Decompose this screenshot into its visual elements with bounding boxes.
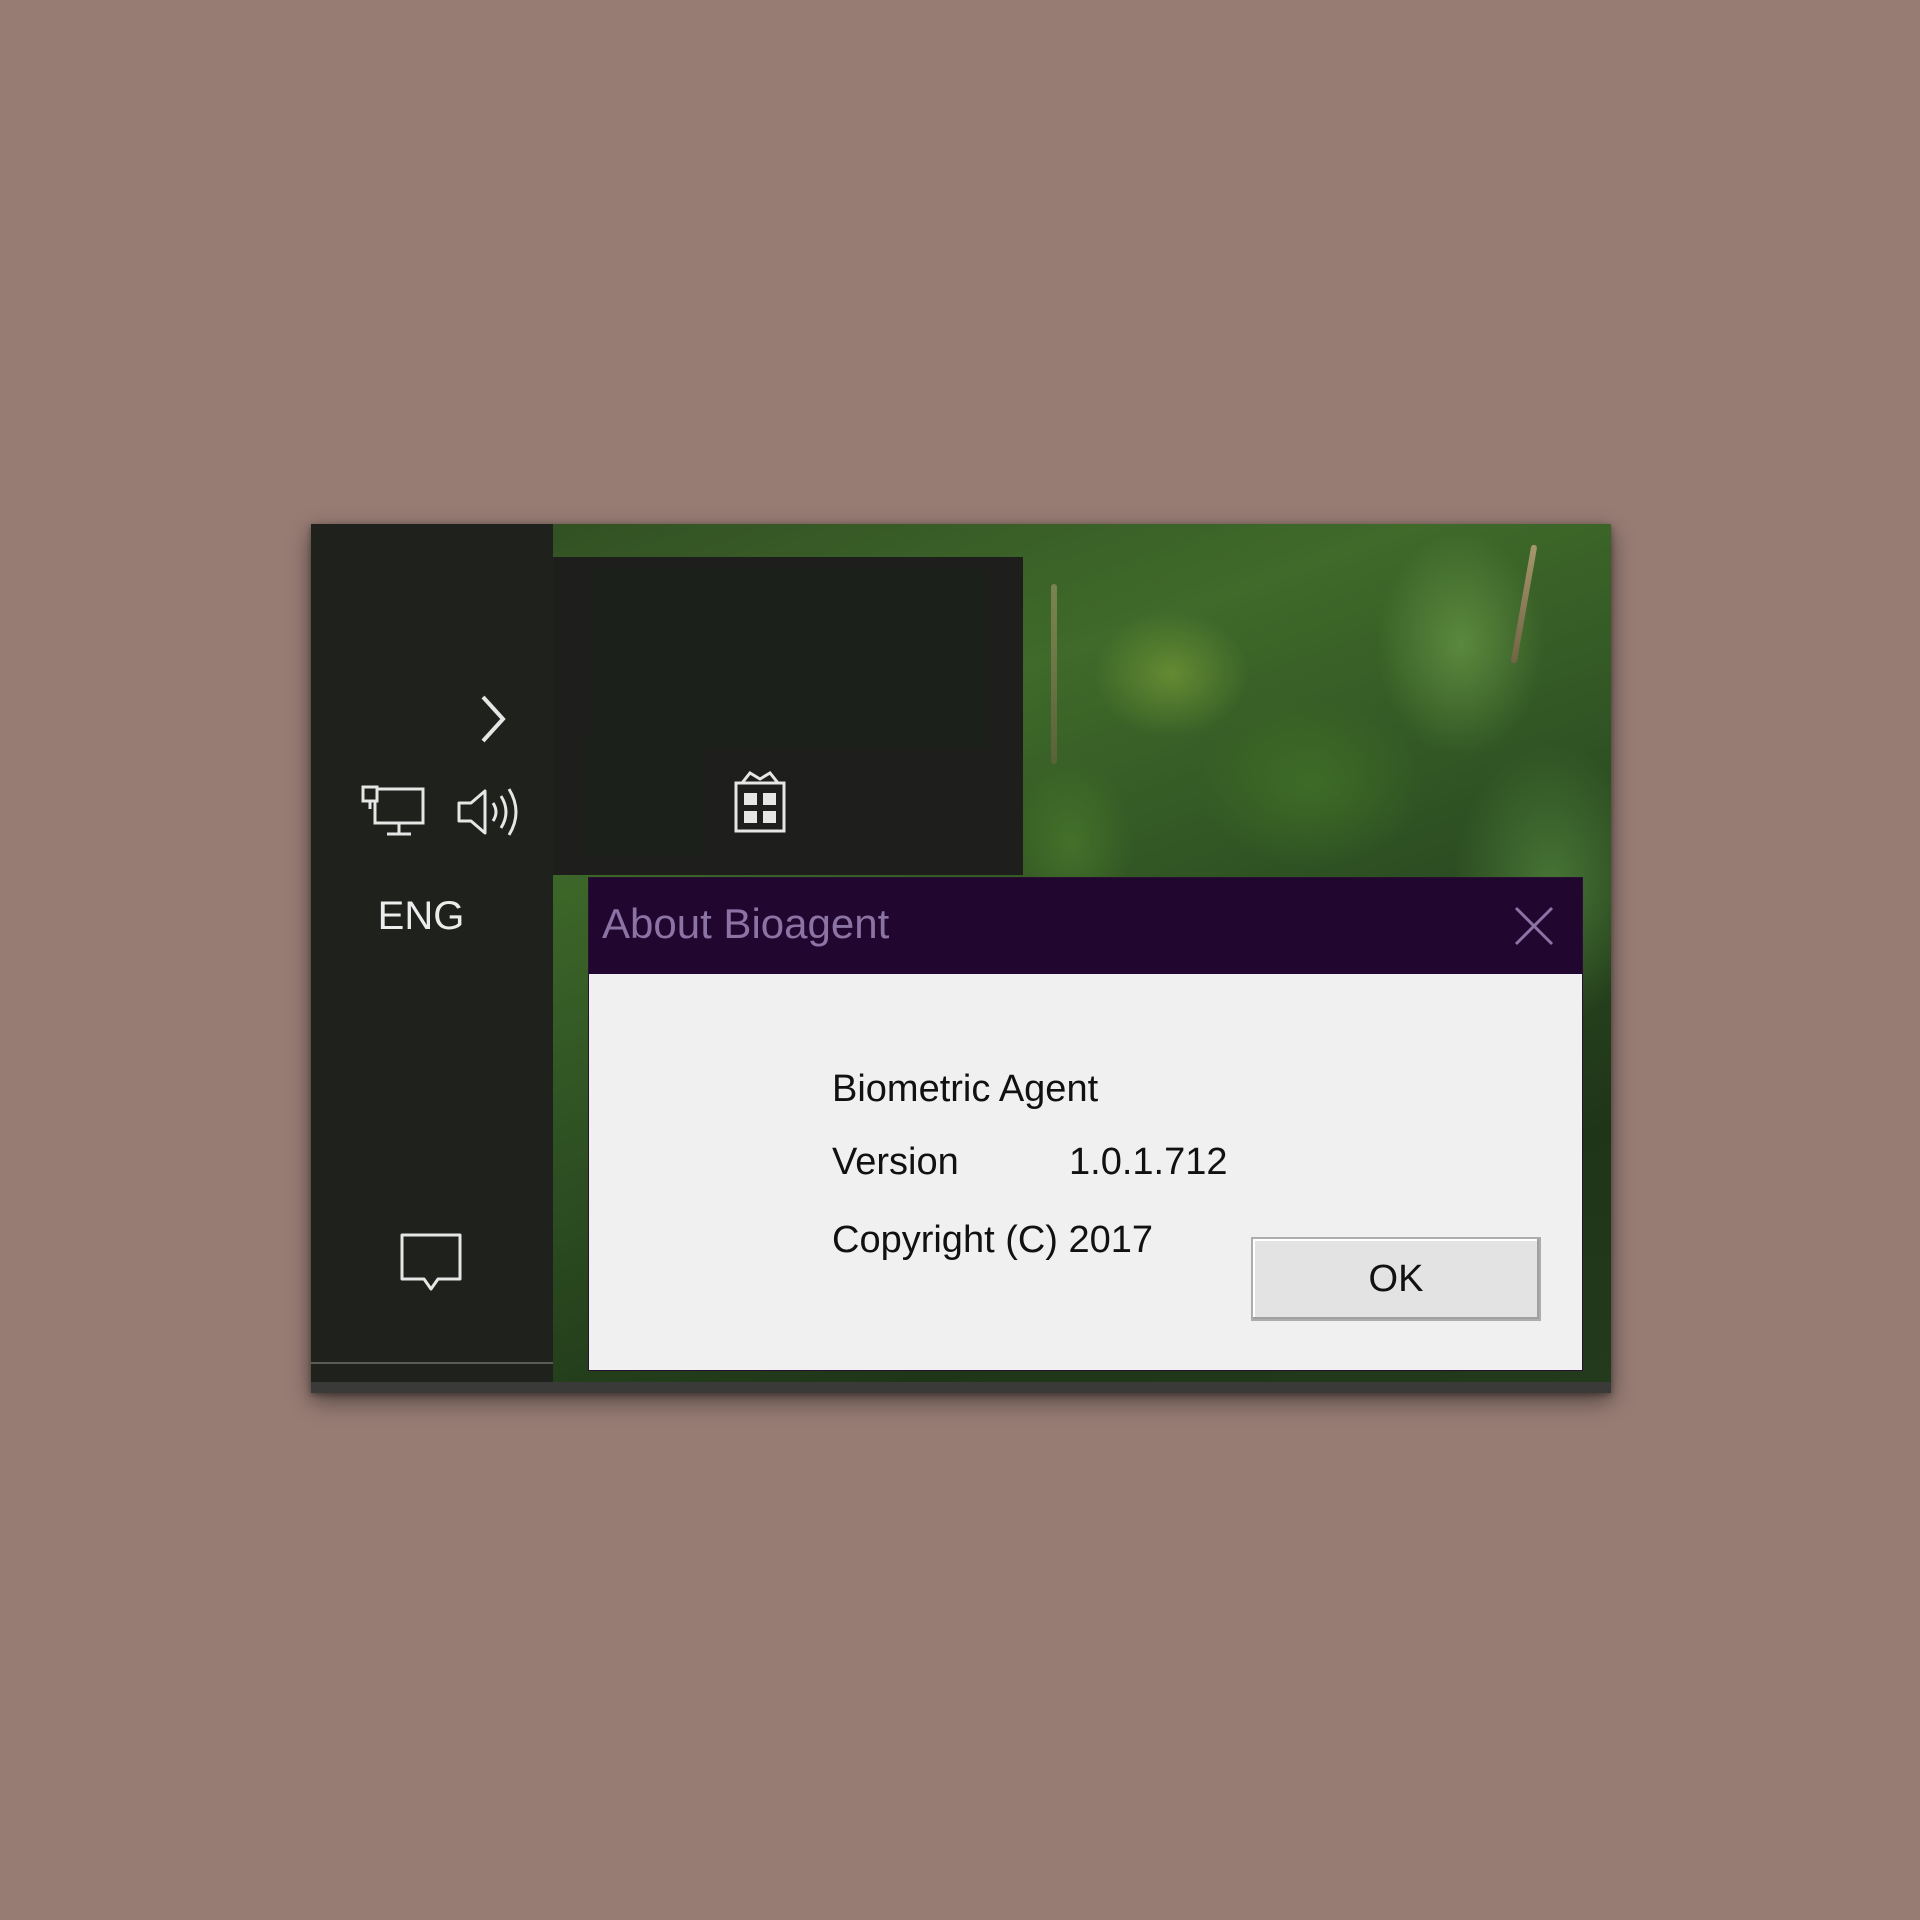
version-value: 1.0.1.712 bbox=[1069, 1141, 1228, 1183]
network-monitor-icon bbox=[361, 785, 425, 836]
input-language-indicator[interactable]: ENG bbox=[351, 894, 491, 939]
tray-divider bbox=[311, 1362, 553, 1364]
hidden-icons-flyout bbox=[553, 557, 1023, 875]
product-name: Biometric Agent bbox=[832, 1068, 1099, 1110]
about-dialog: About Bioagent Biometric Agent Version 1… bbox=[588, 877, 1583, 1371]
speaker-volume-icon bbox=[457, 788, 518, 836]
close-button[interactable] bbox=[1486, 878, 1582, 974]
dialog-title: About Bioagent bbox=[602, 900, 890, 947]
dialog-titlebar[interactable]: About Bioagent bbox=[589, 878, 1582, 974]
show-hidden-icons-button[interactable] bbox=[461, 684, 521, 754]
bioagent-tray-icon bbox=[734, 771, 786, 833]
action-center-button[interactable] bbox=[391, 1224, 471, 1304]
volume-button[interactable] bbox=[451, 779, 527, 845]
ok-button[interactable]: OK bbox=[1251, 1237, 1541, 1321]
desktop-screen: ENG About Bioagent Biometric Agent Versi… bbox=[311, 524, 1611, 1393]
taskbar-bottom-edge bbox=[311, 1382, 1611, 1393]
chevron-right-icon bbox=[481, 695, 506, 743]
system-tray: ENG bbox=[311, 524, 553, 1393]
flyout-area bbox=[593, 569, 987, 749]
action-center-icon bbox=[400, 1233, 462, 1291]
close-icon bbox=[1514, 906, 1554, 946]
version-label: Version bbox=[832, 1141, 959, 1183]
copyright-text: Copyright (C) 2017 bbox=[832, 1219, 1154, 1261]
bioagent-tray-button[interactable] bbox=[715, 757, 805, 847]
network-button[interactable] bbox=[356, 779, 432, 845]
flyout-area-lower bbox=[585, 737, 705, 857]
